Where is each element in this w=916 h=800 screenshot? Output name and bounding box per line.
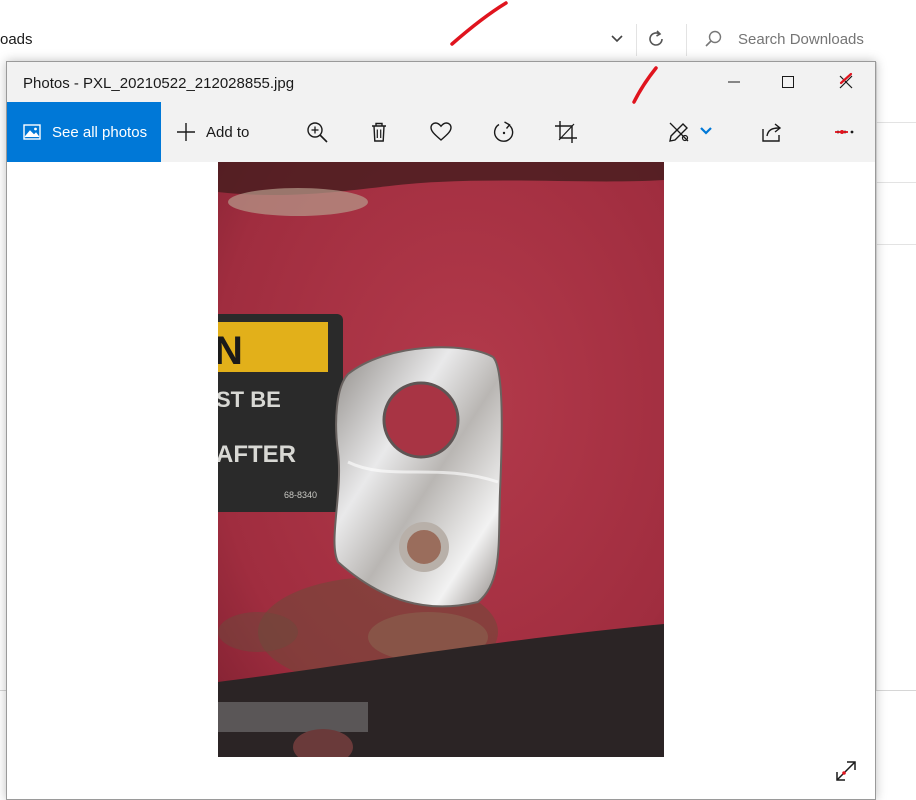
chevron-down-icon[interactable] [608, 28, 626, 50]
explorer-address-bar: oads [0, 0, 916, 62]
more-icon[interactable] [833, 120, 857, 144]
divider [686, 24, 687, 56]
see-all-photos-label: See all photos [52, 123, 148, 141]
plus-icon [177, 123, 195, 141]
title-bar[interactable]: Photos - PXL_20210522_212028855.jpg [7, 62, 875, 102]
search-input[interactable] [738, 31, 908, 48]
divider [876, 182, 916, 183]
maximize-button[interactable] [765, 62, 811, 102]
minimize-button[interactable] [711, 62, 757, 102]
photo-image: N ST BE AFTER 68-8340 [218, 162, 664, 757]
share-icon[interactable] [760, 120, 784, 144]
chevron-down-icon[interactable] [699, 120, 713, 144]
search-icon [705, 30, 722, 47]
close-button[interactable] [823, 62, 869, 102]
photos-toolbar: See all photos Add to [7, 102, 875, 162]
zoom-in-icon[interactable] [305, 120, 329, 144]
favorite-icon[interactable] [429, 120, 453, 144]
see-all-photos-button[interactable]: See all photos [7, 102, 161, 162]
close-icon [839, 75, 853, 89]
minimize-icon [728, 81, 740, 83]
divider [876, 244, 916, 245]
maximize-icon [782, 76, 794, 88]
photo-viewer[interactable]: N ST BE AFTER 68-8340 [7, 162, 875, 799]
fullscreen-icon[interactable] [833, 758, 859, 784]
refresh-icon[interactable] [644, 27, 668, 51]
crop-icon[interactable] [554, 120, 578, 144]
photo-gallery-icon [23, 124, 41, 140]
desktop: oads Photos - PXL_20210522_212028855.jpg [0, 0, 916, 800]
sticker-text: AFTER [218, 441, 296, 468]
window-title: Photos - PXL_20210522_212028855.jpg [23, 75, 295, 92]
divider [876, 122, 916, 123]
edit-draw-icon[interactable] [667, 120, 691, 144]
sticker-code: 68-8340 [284, 490, 317, 500]
sticker-text: ST BE [218, 387, 281, 412]
add-to-label: Add to [206, 123, 250, 141]
divider [636, 24, 637, 56]
rotate-icon[interactable] [492, 120, 516, 144]
explorer-content-pane [876, 62, 916, 692]
delete-icon[interactable] [367, 120, 391, 144]
address-path[interactable]: oads [0, 31, 33, 48]
sticker-text: N [218, 329, 243, 373]
photos-window: Photos - PXL_20210522_212028855.jpg See … [6, 61, 876, 800]
add-to-button[interactable]: Add to [175, 102, 249, 162]
